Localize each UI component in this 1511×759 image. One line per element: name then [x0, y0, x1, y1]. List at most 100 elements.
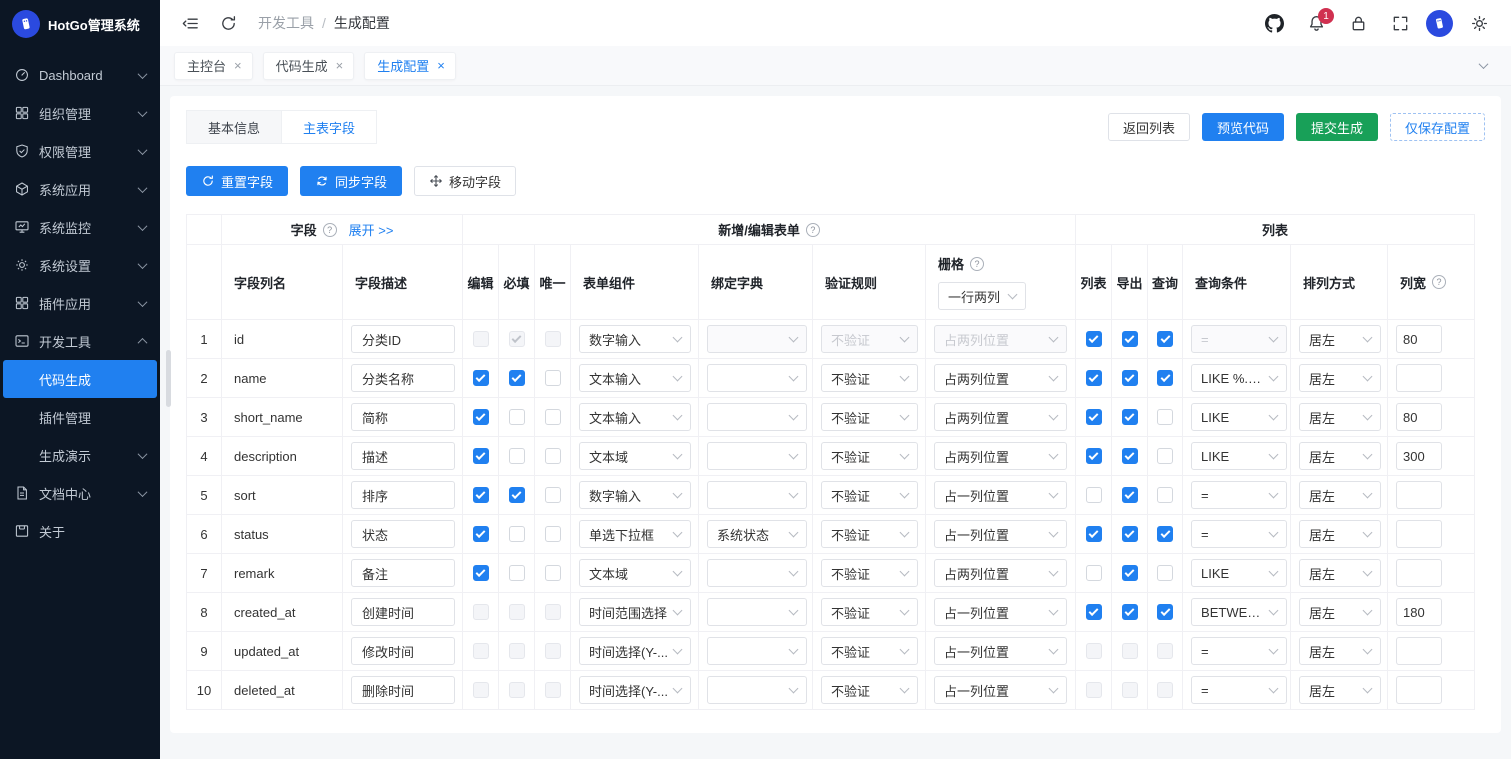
export-checkbox[interactable] [1121, 604, 1138, 621]
align-select[interactable]: 居左 [1299, 403, 1382, 431]
align-select[interactable]: 居左 [1299, 676, 1382, 704]
query-checkbox[interactable] [1157, 370, 1174, 387]
dict-select[interactable] [707, 676, 807, 704]
align-select[interactable]: 居左 [1299, 637, 1382, 665]
rule-select[interactable]: 不验证 [821, 442, 918, 470]
component-select[interactable]: 文本域 [579, 559, 691, 587]
field-desc-input[interactable] [351, 676, 455, 704]
list-checkbox[interactable] [1085, 487, 1102, 504]
width-input[interactable] [1396, 559, 1443, 587]
reset-fields-button[interactable]: 重置字段 [186, 166, 289, 196]
rule-select[interactable]: 不验证 [821, 481, 918, 509]
export-checkbox[interactable] [1121, 487, 1138, 504]
condition-select[interactable]: = [1191, 481, 1288, 509]
sidebar-item-组织管理[interactable]: 组织管理 [0, 94, 160, 132]
list-checkbox[interactable] [1085, 370, 1102, 387]
back-to-list-button[interactable]: 返回列表 [1107, 113, 1190, 141]
dict-select[interactable]: 系统状态 [707, 520, 807, 548]
dict-select[interactable] [707, 403, 807, 431]
rule-select[interactable]: 不验证 [821, 676, 918, 704]
list-checkbox[interactable] [1085, 409, 1102, 426]
close-icon[interactable]: × [336, 59, 344, 72]
rule-select[interactable]: 不验证 [821, 559, 918, 587]
rule-select[interactable]: 不验证 [821, 364, 918, 392]
unique-checkbox[interactable] [544, 409, 561, 426]
grid-select[interactable]: 占一列位置 [934, 481, 1067, 509]
nav-tab-主控台[interactable]: 主控台 × [174, 51, 253, 80]
field-desc-input[interactable] [351, 598, 455, 626]
breadcrumb-parent[interactable]: 开发工具 [258, 13, 314, 33]
required-checkbox[interactable] [508, 526, 525, 543]
list-checkbox[interactable] [1085, 604, 1102, 621]
collapse-menu-icon[interactable] [174, 7, 206, 39]
condition-select[interactable]: LIKE %...% [1191, 364, 1288, 392]
query-checkbox[interactable] [1157, 409, 1174, 426]
lock-icon[interactable] [1342, 7, 1374, 39]
dict-select[interactable] [707, 442, 807, 470]
width-input[interactable] [1396, 325, 1443, 353]
list-checkbox[interactable] [1085, 448, 1102, 465]
component-select[interactable]: 数字输入 [579, 481, 691, 509]
help-icon[interactable]: ? [322, 222, 337, 237]
avatar[interactable] [1426, 9, 1453, 37]
grid-select[interactable]: 占两列位置 [934, 403, 1067, 431]
required-checkbox[interactable] [508, 409, 525, 426]
width-input[interactable] [1396, 676, 1443, 704]
refresh-icon[interactable] [212, 7, 244, 39]
sidebar-item-系统设置[interactable]: 系统设置 [0, 246, 160, 284]
align-select[interactable]: 居左 [1299, 559, 1382, 587]
align-select[interactable]: 居左 [1299, 325, 1382, 353]
query-checkbox[interactable] [1157, 487, 1174, 504]
help-icon[interactable]: ? [970, 256, 985, 271]
sync-fields-button[interactable]: 同步字段 [300, 166, 403, 196]
required-checkbox[interactable] [508, 487, 525, 504]
field-desc-input[interactable] [351, 481, 455, 509]
grid-select[interactable]: 占一列位置 [934, 676, 1067, 704]
dict-select[interactable] [707, 598, 807, 626]
field-desc-input[interactable] [351, 364, 455, 392]
edit-checkbox[interactable] [472, 565, 489, 582]
list-checkbox[interactable] [1085, 331, 1102, 348]
width-input[interactable] [1396, 598, 1443, 626]
save-config-only-button[interactable]: 仅保存配置 [1389, 113, 1485, 141]
condition-select[interactable]: LIKE [1191, 403, 1288, 431]
export-checkbox[interactable] [1121, 370, 1138, 387]
app-logo[interactable]: HotGo管理系统 [0, 0, 160, 48]
edit-checkbox[interactable] [472, 448, 489, 465]
sidebar-item-系统应用[interactable]: 系统应用 [0, 170, 160, 208]
field-desc-input[interactable] [351, 637, 455, 665]
submit-generate-button[interactable]: 提交生成 [1295, 113, 1378, 141]
github-icon[interactable] [1258, 7, 1290, 39]
dict-select[interactable] [707, 364, 807, 392]
grid-select[interactable]: 占两列位置 [934, 442, 1067, 470]
grid-select[interactable]: 占一列位置 [934, 520, 1067, 548]
component-select[interactable]: 时间选择(Y-... [579, 637, 691, 665]
settings-gear-icon[interactable] [1463, 7, 1495, 39]
condition-select[interactable]: LIKE [1191, 559, 1288, 587]
condition-select[interactable]: LIKE [1191, 442, 1288, 470]
sidebar-item-插件应用[interactable]: 插件应用 [0, 284, 160, 322]
field-desc-input[interactable] [351, 559, 455, 587]
list-checkbox[interactable] [1085, 526, 1102, 543]
width-input[interactable] [1396, 403, 1443, 431]
component-select[interactable]: 时间范围选择 [579, 598, 691, 626]
width-input[interactable] [1396, 442, 1443, 470]
rule-select[interactable]: 不验证 [821, 403, 918, 431]
component-select[interactable]: 数字输入 [579, 325, 691, 353]
query-checkbox[interactable] [1157, 448, 1174, 465]
field-desc-input[interactable] [351, 442, 455, 470]
edit-checkbox[interactable] [472, 487, 489, 504]
sidebar-item-Dashboard[interactable]: Dashboard [0, 56, 160, 94]
expand-link[interactable]: 展开 >> [349, 220, 394, 239]
nav-tab-生成配置[interactable]: 生成配置 × [364, 51, 456, 80]
tabbar-chevron-down-icon[interactable] [1469, 59, 1497, 70]
preview-code-button[interactable]: 预览代码 [1201, 113, 1284, 141]
dict-select[interactable] [707, 559, 807, 587]
rule-select[interactable]: 不验证 [821, 598, 918, 626]
grid-select[interactable]: 占两列位置 [934, 559, 1067, 587]
component-select[interactable]: 文本域 [579, 442, 691, 470]
align-select[interactable]: 居左 [1299, 598, 1382, 626]
component-select[interactable]: 单选下拉框 [579, 520, 691, 548]
query-checkbox[interactable] [1157, 604, 1174, 621]
tab-basic-info[interactable]: 基本信息 [186, 110, 283, 144]
